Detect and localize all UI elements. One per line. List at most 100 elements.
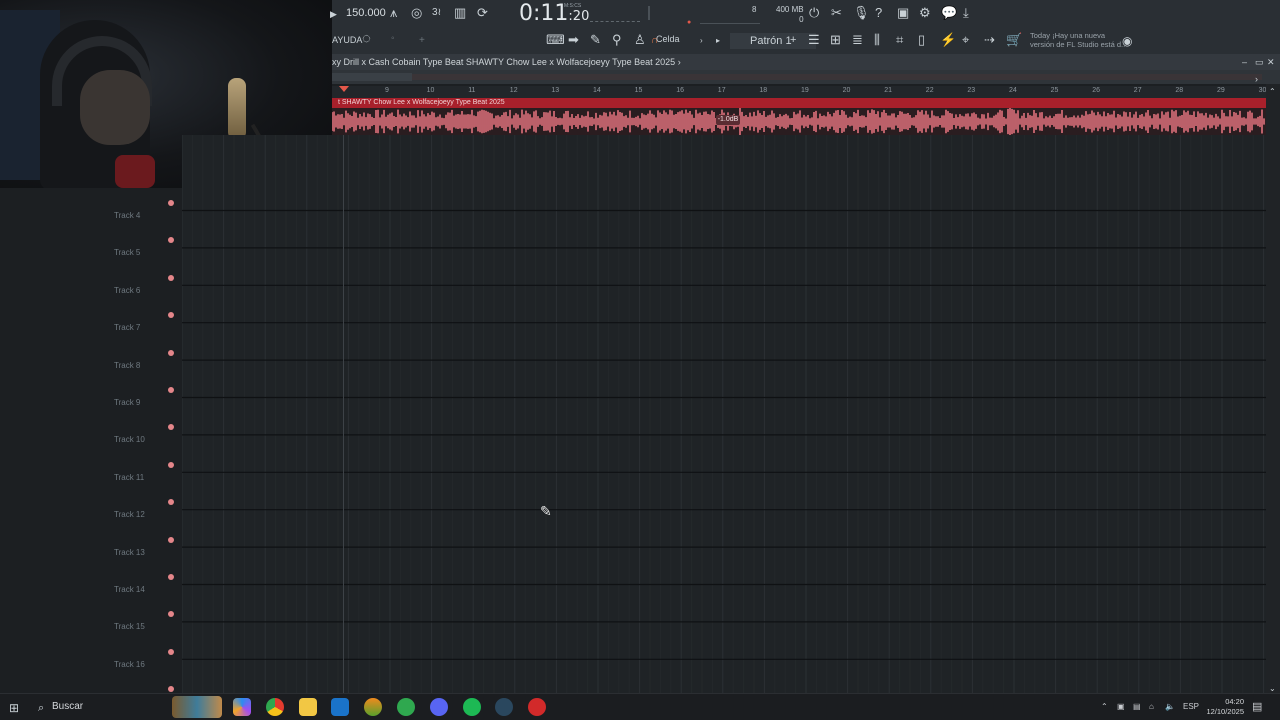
playlist-grid[interactable]	[181, 135, 1266, 693]
track-name[interactable]: Track 16	[114, 660, 145, 669]
scroll-right-icon[interactable]: ›	[1255, 71, 1258, 87]
audio-clip-waveform[interactable]	[331, 107, 1266, 136]
metronome-icon[interactable]: ⩚	[390, 5, 397, 21]
discord-icon[interactable]	[430, 698, 448, 716]
maximize-icon[interactable]: ▭	[1255, 57, 1264, 68]
master-volume-slider[interactable]	[648, 6, 650, 20]
recorder-icon[interactable]	[528, 698, 546, 716]
track-name[interactable]: Track 8	[114, 361, 140, 370]
snap-knob-icon[interactable]: ◦	[391, 31, 395, 47]
outlook-icon[interactable]	[331, 698, 349, 716]
scroll-up-icon[interactable]: ⌃	[1269, 84, 1276, 100]
track-name[interactable]: Track 6	[114, 286, 140, 295]
track-mute-dot[interactable]	[168, 200, 174, 206]
track-mute-dot[interactable]	[168, 349, 174, 356]
globe-icon[interactable]: ◉	[1122, 33, 1132, 49]
track-mute-dot[interactable]	[168, 312, 174, 319]
mixer-icon[interactable]: ≣	[852, 32, 863, 48]
network-icon[interactable]: ⌂	[1149, 702, 1154, 711]
audio-clip-header[interactable]: t SHAWTY Chow Lee x Wolfacejoeyy Type Be…	[332, 98, 1266, 108]
track-mute-dot[interactable]	[168, 424, 174, 431]
windows-start-icon[interactable]: ⊞	[9, 700, 19, 716]
countdown-icon[interactable]: 3≀	[432, 5, 441, 21]
piano-roll-window-icon[interactable]: ⫼	[874, 32, 880, 48]
close-icon[interactable]: ✕	[1267, 57, 1275, 68]
file-icon[interactable]: ▯	[918, 32, 925, 48]
step-edit-icon[interactable]: ▥	[454, 5, 466, 21]
track-name[interactable]: Track 9	[114, 398, 140, 407]
playlist-icon[interactable]: ☰	[808, 32, 820, 48]
tools-icon[interactable]: ✂	[831, 5, 842, 21]
play-pattern-icon[interactable]: ▸	[716, 33, 720, 49]
file-explorer-icon[interactable]	[299, 698, 317, 716]
track-name[interactable]: Track 10	[114, 435, 145, 444]
pattern-selector[interactable]: Patrón 1	[730, 33, 816, 49]
track-mute-dot[interactable]	[168, 536, 174, 543]
chat-icon[interactable]: 💬	[941, 5, 957, 21]
download-icon[interactable]: ⤓	[963, 5, 969, 21]
track-mute-dot[interactable]	[168, 499, 174, 506]
tempo-display[interactable]: 150.000	[346, 7, 386, 19]
cart-icon[interactable]: 🛒	[1006, 32, 1022, 48]
volume-icon[interactable]: 🔈	[1165, 702, 1175, 711]
save-icon[interactable]: ▣	[897, 5, 909, 21]
vertical-scrollbar[interactable]	[1266, 84, 1280, 693]
track-name[interactable]: Track 12	[114, 510, 145, 519]
copilot-icon[interactable]	[233, 698, 251, 716]
tray-app2-icon[interactable]: ▤	[1133, 702, 1141, 711]
track-name[interactable]: Track 15	[114, 622, 145, 631]
channel-rack-icon[interactable]: ⊞	[830, 32, 841, 48]
timeline-ruler[interactable]: 9 10 11 12 13 14 15 16 17 18 19 20 21 22 23 24 25 26 27 28 2…	[332, 86, 1266, 98]
track-mute-dot[interactable]	[168, 686, 174, 693]
track-mute-dot[interactable]	[168, 461, 174, 468]
track-name[interactable]: Track 14	[114, 585, 145, 594]
arrow-icon[interactable]: ➡	[568, 32, 579, 48]
help-icon[interactable]: ?	[875, 5, 882, 21]
taskbar-search[interactable]: Buscar	[34, 697, 164, 717]
track-mute-dot[interactable]	[168, 574, 174, 580]
song-start-marker[interactable]	[339, 86, 349, 92]
link-icon[interactable]: ⚲	[612, 32, 622, 48]
track-mute-dot[interactable]	[168, 648, 174, 655]
minimize-icon[interactable]: –	[1242, 57, 1247, 67]
spotify-icon[interactable]	[463, 698, 481, 716]
track-mute-dot[interactable]	[168, 274, 174, 281]
mic-icon[interactable]: 🎙	[853, 5, 870, 21]
news-panel[interactable]: Today ¡Hay una nueva versión de FL Studi…	[1030, 31, 1126, 49]
tuning-icon[interactable]: ⌖	[962, 32, 969, 48]
browser-icon[interactable]: ⌗	[896, 32, 903, 48]
steam-icon[interactable]	[495, 698, 513, 716]
pencil-icon[interactable]: ✎	[590, 32, 601, 48]
undo-history-icon[interactable]: ⏻	[809, 5, 819, 21]
plugin-icon[interactable]: ⚙	[919, 5, 931, 21]
tray-app-icon[interactable]: ▣	[1117, 702, 1125, 711]
playlist-scroll-overview[interactable]	[332, 70, 1280, 84]
track-name[interactable]: Track 5	[114, 248, 140, 257]
piano-roll-icon[interactable]: ⌨	[546, 32, 565, 48]
language-indicator[interactable]: ESP	[1183, 702, 1199, 711]
play-icon[interactable]: ▶	[330, 6, 337, 22]
loop-record-icon[interactable]: ◎	[411, 5, 422, 21]
playlist-title-bar[interactable]: xy Drill x Cash Cobain Type Beat SHAWTY …	[332, 54, 1280, 70]
notifications-icon[interactable]: ▤	[1252, 700, 1262, 713]
track-mute-dot[interactable]	[168, 611, 174, 618]
plugin-db-icon[interactable]: ⚡	[940, 32, 956, 48]
track-name[interactable]: Track 4	[114, 211, 140, 220]
chevron-right-icon[interactable]: ›	[700, 33, 703, 49]
song-position-slider[interactable]	[590, 16, 640, 22]
track-name[interactable]: Track 11	[114, 473, 144, 482]
blend-notes-icon[interactable]: ⟳	[477, 5, 488, 21]
master-pitch-slider[interactable]	[700, 4, 760, 24]
chrome-icon[interactable]	[266, 698, 284, 716]
system-clock[interactable]: 04:20 12/10/2025	[1200, 697, 1244, 717]
help-menu[interactable]: AYUDA	[332, 35, 362, 45]
tray-chevron-icon[interactable]: ⌃	[1101, 702, 1108, 711]
plus-icon[interactable]: +	[419, 33, 425, 49]
hint-icon[interactable]: ⇢	[984, 32, 995, 48]
track-name[interactable]: Track 7	[114, 323, 140, 332]
widgets-icon[interactable]	[172, 696, 222, 718]
snap-selector[interactable]: Celda	[656, 34, 680, 44]
track-mute-dot[interactable]	[168, 387, 174, 393]
fl-studio-icon[interactable]	[364, 698, 382, 716]
add-pattern-icon[interactable]: +	[790, 32, 796, 48]
